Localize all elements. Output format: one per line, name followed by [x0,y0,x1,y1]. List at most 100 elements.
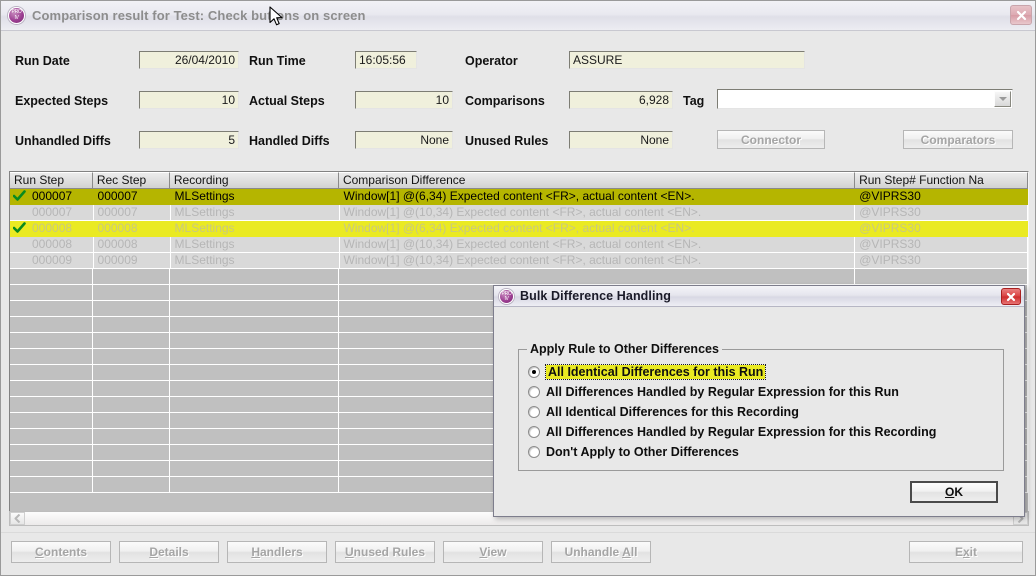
table-cell-empty [92,461,170,477]
close-icon[interactable] [1010,5,1032,25]
table-cell: MLSettings [170,221,340,237]
toolbar-button-label: Details [149,545,189,559]
grid-column-header[interactable]: Run Step [10,172,93,189]
radio-option-1[interactable]: All Identical Differences for this Run [528,362,767,381]
table-cell: Window[1] @(6,34) Expected content <FR>,… [339,221,856,237]
grid-column-header[interactable]: Comparison Difference [338,172,856,189]
dialog-proiv-logo-icon: PRO IV [499,288,514,304]
actual-steps-field: 10 [355,91,453,109]
chevron-down-icon[interactable] [994,91,1011,107]
table-cell-empty [169,381,339,397]
dialog-logo-line-2: IV [504,295,509,302]
radio-option-5[interactable]: Don't Apply to Other Differences [528,442,739,461]
table-cell-empty [169,445,339,461]
table-cell-empty [92,285,170,301]
unused-rules-field: None [569,131,673,149]
radio-option-label: All Differences Handled by Regular Expre… [546,384,899,399]
table-row[interactable]: 000008 000008 MLSettings Window[1] @(6,34) … [10,221,1028,237]
table-cell: @VIPRS30 [855,237,1028,253]
table-cell-empty [92,317,170,333]
radio-button-icon[interactable] [528,385,540,398]
expected-steps-label: Expected Steps [15,94,109,108]
table-cell-empty [92,429,170,445]
grid-column-header[interactable]: Recording [169,172,339,189]
operator-field: ASSURE [569,51,805,69]
table-row[interactable]: 000007 000007 MLSettings Window[1] @(6,34) … [10,189,1028,205]
ok-button[interactable]: OK [910,481,998,503]
radio-button-icon[interactable] [528,425,540,438]
table-cell: @VIPRS30 [855,189,1028,205]
table-row[interactable]: 000008 000008 MLSettings Window[1] @(10,34)… [10,237,1028,253]
comparators-button[interactable]: Comparators [903,130,1013,149]
table-cell: @VIPRS30 [855,205,1028,221]
toolbar-button-6[interactable]: Unhandle All [551,541,651,563]
radio-button-icon[interactable] [528,445,540,458]
table-cell: 000008 [10,237,94,253]
exit-button[interactable]: Exit [909,541,1023,563]
run-date-label: Run Date [15,54,70,68]
table-cell-empty [10,285,93,301]
window-title: Comparison result for Test: Check button… [32,8,366,23]
dialog-title-bar: PRO IV Bulk Difference Handling [494,286,1024,307]
grid-header-row: Run Step Rec Step Recording Comparison Diff… [10,172,1028,189]
handled-diffs-field: None [355,131,453,149]
table-cell-empty [10,333,93,349]
toolbar-button-2[interactable]: Details [119,541,219,563]
table-row[interactable]: 000009 000009 MLSettings Window[1] @(10,34)… [10,253,1028,269]
toolbar-button-1[interactable]: Contents [11,541,111,563]
ok-mnemonic: O [944,485,955,499]
radio-option-3[interactable]: All Identical Differences for this Recor… [528,402,799,421]
actual-steps-label: Actual Steps [249,94,325,108]
table-cell: Window[1] @(10,34) Expected content <FR>… [339,253,856,269]
bottom-toolbar: Exit Contents Details Handlers Unused Rules… [1,532,1035,575]
unhandled-diffs-label: Unhandled Diffs [15,134,111,148]
table-cell: Window[1] @(10,34) Expected content <FR>… [339,237,856,253]
table-cell-empty [169,429,339,445]
tag-combobox[interactable] [717,89,1013,109]
toolbar-button-label: Contents [34,545,87,559]
run-date-field: 26/04/2010 [139,51,239,69]
table-cell: 000008 [93,221,171,237]
table-cell: 000007 [93,205,171,221]
table-cell-empty [92,413,170,429]
table-cell: 000009 [93,253,171,269]
connector-button[interactable]: Connector [717,130,825,149]
table-cell-empty [169,349,339,365]
table-cell-empty [10,397,93,413]
table-cell-empty [169,301,339,317]
table-cell-empty [169,317,339,333]
grid-column-header[interactable]: Run Step# Function Na [855,172,1028,189]
table-cell-empty [92,381,170,397]
toolbar-button-label: Unused Rules [344,545,426,559]
table-cell-empty [92,333,170,349]
radio-option-label: All Differences Handled by Regular Expre… [546,424,937,439]
table-cell-empty [10,269,93,285]
table-cell: 000008 [10,221,94,237]
radio-option-4[interactable]: All Differences Handled by Regular Expre… [528,422,936,441]
table-cell-empty [10,461,93,477]
table-cell-empty [338,269,856,285]
table-cell-empty [10,349,93,365]
radio-option-label: All Identical Differences for this Recor… [546,404,799,419]
table-cell-empty [10,445,93,461]
table-row-empty[interactable] [10,269,1028,285]
table-row[interactable]: 000007 000007 MLSettings Window[1] @(10,34)… [10,205,1028,221]
dialog-close-icon[interactable] [1001,288,1021,305]
toolbar-button-4[interactable]: Unused Rules [335,541,435,563]
table-cell: 000007 [10,205,94,221]
table-cell: Window[1] @(10,34) Expected content <FR>… [339,205,856,221]
radio-option-2[interactable]: All Differences Handled by Regular Expre… [528,382,899,401]
toolbar-button-5[interactable]: View [443,541,543,563]
radio-button-icon[interactable] [528,365,540,378]
apply-rule-groupbox: Apply Rule to Other Differences All Iden… [518,342,1004,471]
table-cell-empty [92,301,170,317]
scroll-left-icon[interactable] [10,512,25,525]
grid-column-header[interactable]: Rec Step [92,172,170,189]
toolbar-button-3[interactable]: Handlers [227,541,327,563]
comparisons-field: 6,928 [569,91,673,109]
table-cell-empty [10,477,93,493]
table-cell-empty [169,269,339,285]
radio-button-icon[interactable] [528,405,540,418]
table-cell: 000007 [10,189,94,205]
table-cell-empty [169,477,339,493]
